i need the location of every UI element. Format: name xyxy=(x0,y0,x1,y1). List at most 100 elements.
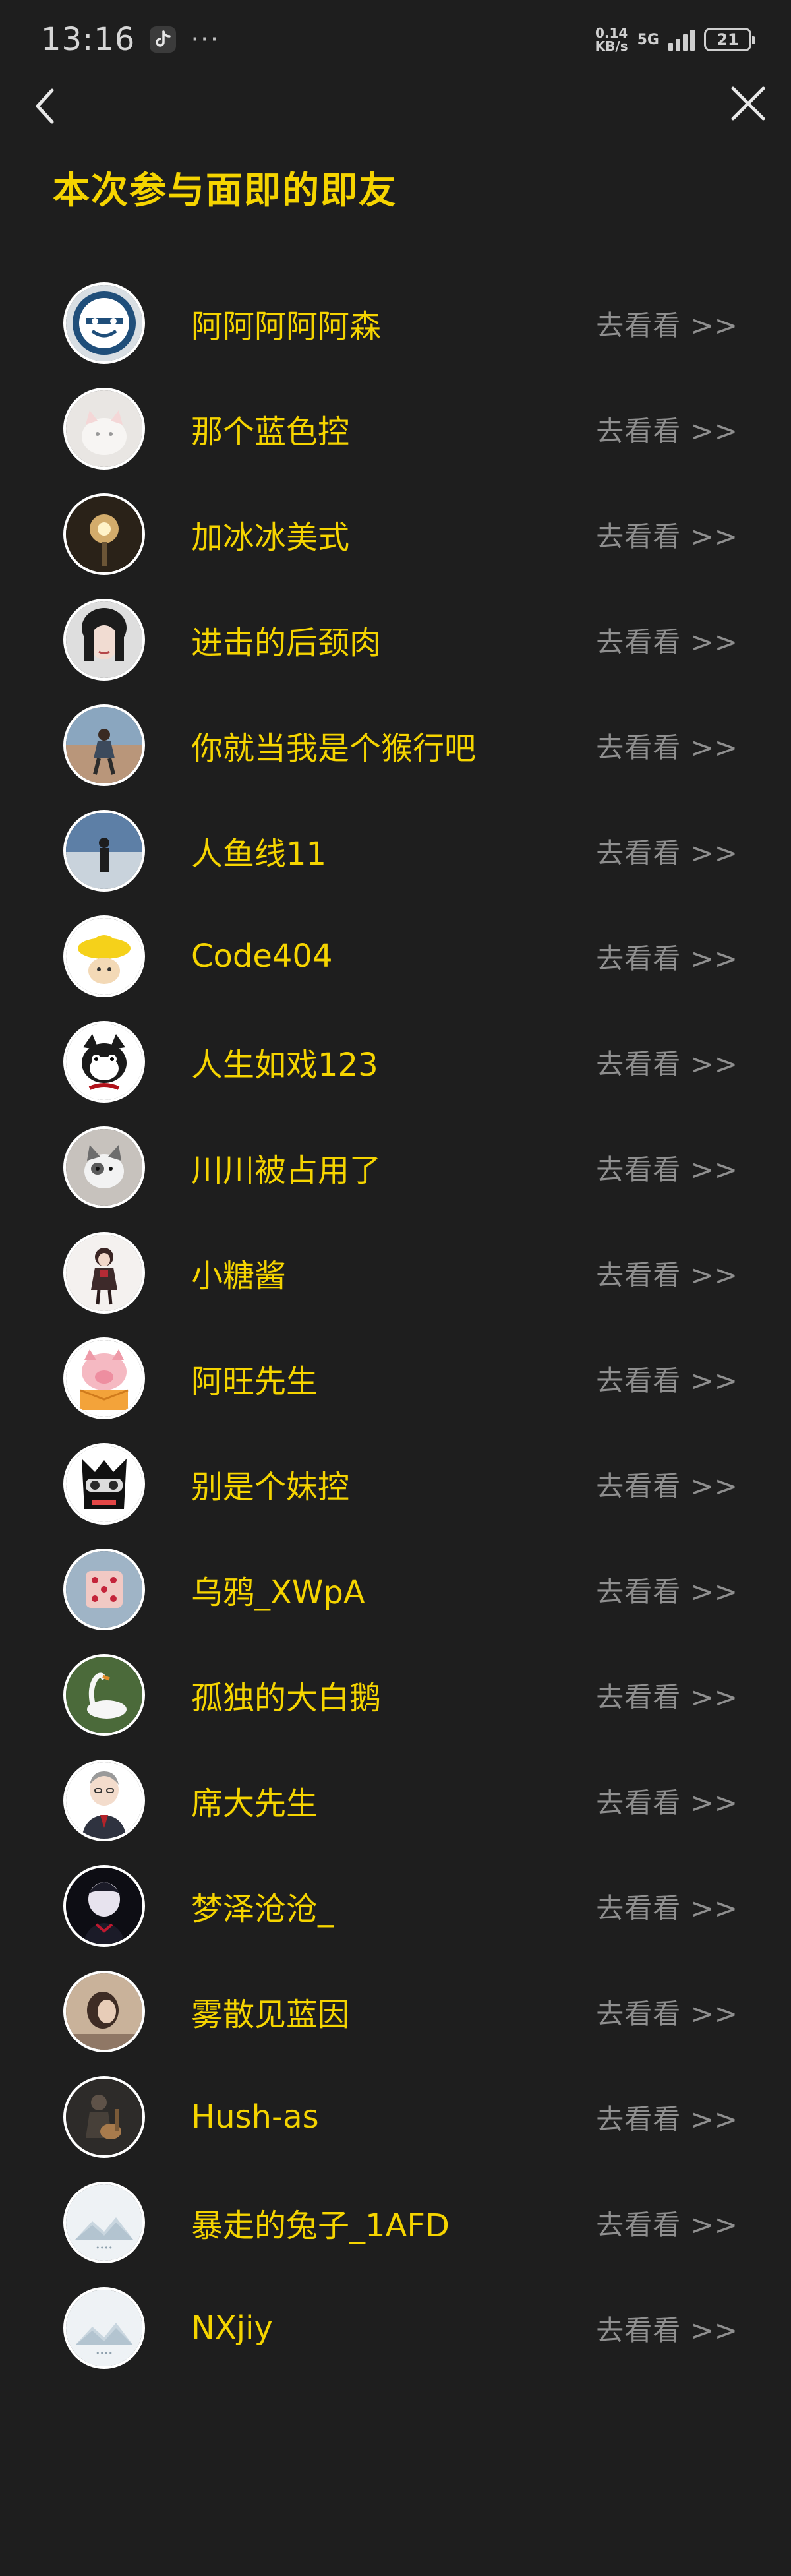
white-cat-icon xyxy=(66,390,142,467)
avatar[interactable] xyxy=(63,704,145,786)
avatar[interactable] xyxy=(63,1232,145,1314)
friend-row[interactable]: 阿阿阿阿阿森 去看看 >> xyxy=(0,270,791,376)
sea-person-icon xyxy=(66,813,142,889)
friend-row[interactable]: 雾散见蓝因 去看看 >> xyxy=(0,1959,791,2064)
friend-row[interactable]: •••• NXjiy 去看看 >> xyxy=(0,2275,791,2381)
friend-row[interactable]: 加冰冰美式 去看看 >> xyxy=(0,481,791,587)
avatar[interactable] xyxy=(63,1337,145,1419)
signal-icon xyxy=(668,28,695,51)
avatar[interactable] xyxy=(63,1971,145,2052)
avatar[interactable] xyxy=(63,599,145,681)
girl-figure-icon xyxy=(66,1235,142,1311)
tiktok-icon xyxy=(150,26,177,53)
kitten-icon xyxy=(66,1129,142,1206)
view-profile-link[interactable]: 去看看 >> xyxy=(596,2203,738,2243)
status-bar-left: 13:16 ··· xyxy=(41,21,220,58)
friend-row[interactable]: 阿旺先生 去看看 >> xyxy=(0,1326,791,1431)
view-profile-link[interactable]: 去看看 >> xyxy=(596,1675,738,1715)
sepia-girl-icon xyxy=(66,1973,142,2050)
default-avatar-icon: •••• xyxy=(66,2290,142,2366)
friend-row[interactable]: Code404 去看看 >> xyxy=(0,904,791,1009)
avatar[interactable] xyxy=(63,282,145,364)
portrait-icon xyxy=(66,601,142,678)
view-profile-link[interactable]: 去看看 >> xyxy=(596,409,738,449)
friend-row[interactable]: 你就当我是个猴行吧 去看看 >> xyxy=(0,692,791,798)
avatar[interactable] xyxy=(63,493,145,575)
goggles-cartoon-icon xyxy=(66,1446,142,1522)
network-speed-value: 0.14 xyxy=(595,25,628,41)
lamp-icon xyxy=(66,496,142,572)
view-profile-link[interactable]: 去看看 >> xyxy=(596,514,738,555)
avatar[interactable] xyxy=(63,388,145,470)
view-profile-link[interactable]: 去看看 >> xyxy=(596,725,738,766)
friend-list: 阿阿阿阿阿森 去看看 >> 那个蓝色控 去看看 >> 加冰冰美式 去看看 >> 进击的后颈肉… xyxy=(0,270,791,2381)
view-profile-link[interactable]: 去看看 >> xyxy=(596,1886,738,1926)
avatar[interactable] xyxy=(63,1021,145,1103)
friend-row[interactable]: 人生如戏123 去看看 >> xyxy=(0,1009,791,1115)
view-profile-link[interactable]: 去看看 >> xyxy=(596,1570,738,1610)
avatar[interactable] xyxy=(63,1654,145,1736)
network-speed: 0.14 KB/s xyxy=(595,26,628,53)
dice-photo-icon xyxy=(66,1551,142,1628)
default-avatar-icon: •••• xyxy=(66,2184,142,2261)
friend-row[interactable]: 川川被占用了 去看看 >> xyxy=(0,1115,791,1220)
cartoon-cat-icon xyxy=(66,1024,142,1100)
avatar[interactable] xyxy=(63,915,145,997)
view-profile-link[interactable]: 去看看 >> xyxy=(596,831,738,871)
status-bar: 13:16 ··· 0.14 KB/s 5G 21 xyxy=(0,0,791,79)
view-profile-link[interactable]: 去看看 >> xyxy=(596,303,738,344)
network-speed-unit: KB/s xyxy=(595,38,628,54)
view-profile-link[interactable]: 去看看 >> xyxy=(596,2308,738,2348)
close-button[interactable] xyxy=(725,80,771,127)
friend-row[interactable]: 孤独的大白鹅 去看看 >> xyxy=(0,1642,791,1748)
avatar[interactable] xyxy=(63,1549,145,1630)
yellow-hat-icon xyxy=(66,918,142,995)
battery-icon: 21 xyxy=(704,28,755,51)
svg-text:••••: •••• xyxy=(96,2244,113,2252)
view-profile-link[interactable]: 去看看 >> xyxy=(596,1042,738,1082)
avatar[interactable] xyxy=(63,810,145,892)
avatar[interactable] xyxy=(63,1126,145,1208)
svg-text:••••: •••• xyxy=(96,2349,113,2358)
friend-row[interactable]: Hush-as 去看看 >> xyxy=(0,2064,791,2170)
view-profile-link[interactable]: 去看看 >> xyxy=(596,1253,738,1293)
avatar[interactable] xyxy=(63,1865,145,1947)
friend-row[interactable]: 人鱼线11 去看看 >> xyxy=(0,798,791,904)
friend-row[interactable]: 席大先生 去看看 >> xyxy=(0,1748,791,1853)
suit-man-icon xyxy=(66,1762,142,1839)
status-time: 13:16 xyxy=(41,21,136,58)
friend-row[interactable]: 进击的后颈肉 去看看 >> xyxy=(0,587,791,692)
guitar-photo-icon xyxy=(66,2079,142,2155)
view-profile-link[interactable]: 去看看 >> xyxy=(596,2097,738,2137)
battery-level: 21 xyxy=(717,30,739,49)
friend-row[interactable]: 别是个妹控 去看看 >> xyxy=(0,1431,791,1537)
more-notifications-icon: ··· xyxy=(190,24,220,55)
status-bar-right: 0.14 KB/s 5G 21 xyxy=(595,26,755,53)
dark-boy-icon xyxy=(66,1868,142,1944)
avatar[interactable] xyxy=(63,1443,145,1525)
view-profile-link[interactable]: 去看看 >> xyxy=(596,1464,738,1504)
view-profile-link[interactable]: 去看看 >> xyxy=(596,1148,738,1188)
beach-person-icon xyxy=(66,707,142,783)
page-title: 本次参与面即的即友 xyxy=(53,169,397,212)
view-profile-link[interactable]: 去看看 >> xyxy=(596,1359,738,1399)
avatar[interactable] xyxy=(63,2076,145,2158)
view-profile-link[interactable]: 去看看 >> xyxy=(596,1992,738,2032)
view-profile-link[interactable]: 去看看 >> xyxy=(596,1781,738,1821)
avatar[interactable]: •••• xyxy=(63,2287,145,2369)
view-profile-link[interactable]: 去看看 >> xyxy=(596,936,738,977)
friend-row[interactable]: 小糖酱 去看看 >> xyxy=(0,1220,791,1326)
view-profile-link[interactable]: 去看看 >> xyxy=(596,620,738,660)
pig-icon xyxy=(66,1340,142,1417)
avatar[interactable] xyxy=(63,1760,145,1841)
close-icon xyxy=(731,86,765,121)
friend-row[interactable]: 梦泽沧沧_ 去看看 >> xyxy=(0,1853,791,1959)
friend-row[interactable]: 乌鸦_XWpA 去看看 >> xyxy=(0,1537,791,1642)
back-button[interactable] xyxy=(26,82,63,130)
friend-row[interactable]: •••• 暴走的兔子_1AFD 去看看 >> xyxy=(0,2170,791,2275)
friend-row[interactable]: 那个蓝色控 去看看 >> xyxy=(0,376,791,481)
network-type: 5G xyxy=(637,31,659,48)
avatar[interactable]: •••• xyxy=(63,2182,145,2263)
face-mask-icon xyxy=(66,285,142,361)
swan-icon xyxy=(66,1657,142,1733)
